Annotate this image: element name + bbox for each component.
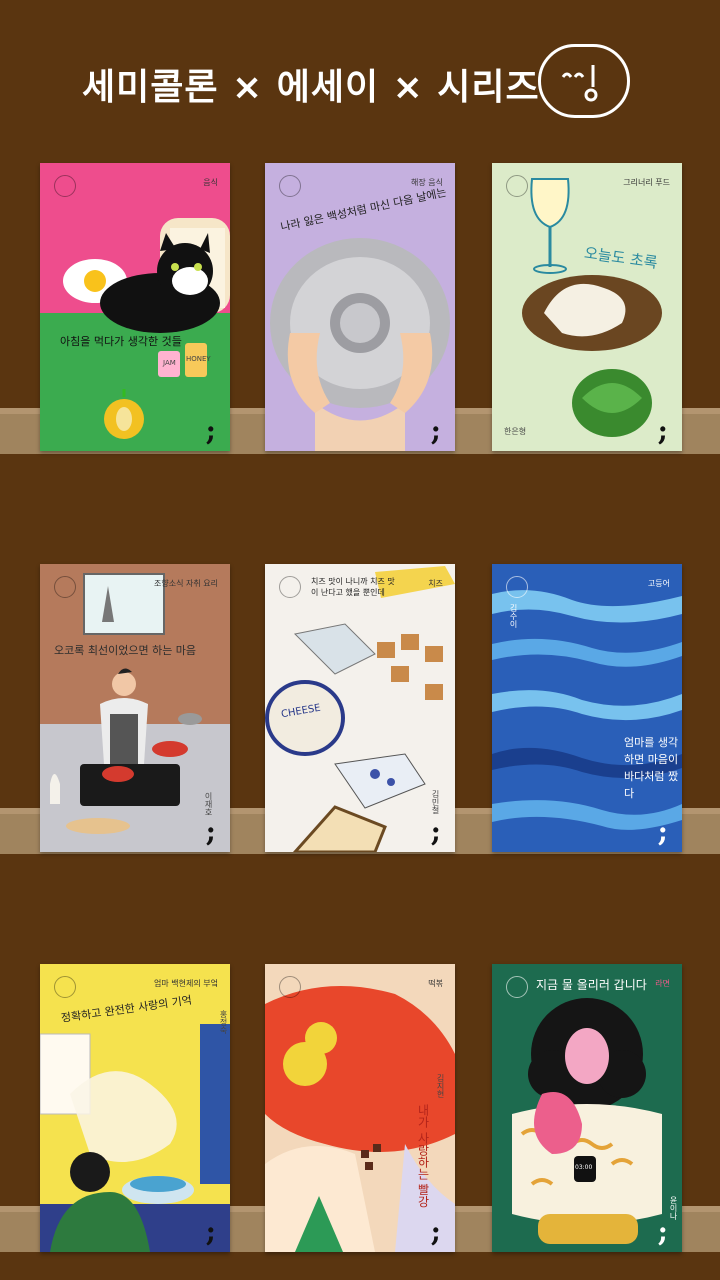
book-cover-9[interactable]: 라면 지금 물 올리러 갑니다 03:00 윤이나 ;: [492, 964, 682, 1252]
face-logo-icon: [538, 44, 630, 118]
book-category: 치즈: [428, 579, 443, 588]
book-title: 아침을 먹다가 생각한 것들: [60, 335, 182, 348]
book-title: 내가 사랑하는 빨강: [416, 1104, 430, 1208]
book-title: 엄마를 생각하면 마음이 바다처럼 짰다: [624, 736, 679, 800]
book-cover-7[interactable]: 엄마 백현제의 부엌 정확하고 완전한 사랑의 기억 홍정숙 ;: [40, 964, 230, 1252]
book-title: 지금 물 올리러 갑니다: [536, 978, 647, 992]
semicolon-mark-icon: ;: [205, 815, 216, 848]
book-author: 한은형: [504, 427, 527, 436]
book-author: 윤이나: [669, 1196, 678, 1220]
publisher-mark-icon: [279, 576, 301, 598]
book-cover-3[interactable]: 그리너리 푸드 오늘도 초록 한은형 ;: [492, 163, 682, 451]
book-author: 김민철: [431, 790, 440, 814]
book-cover-2[interactable]: 해장 음식 나라 잃은 백성처럼 마신 다음 날에는 ;: [265, 163, 455, 451]
jar-label: JAM: [163, 359, 176, 367]
book-cover-6[interactable]: 고등어 김수이 엄마를 생각하면 마음이 바다처럼 짰다 ;: [492, 564, 682, 852]
semicolon-mark-icon: ;: [430, 1215, 441, 1248]
publisher-mark-icon: [54, 576, 76, 598]
book-author: 이재호: [204, 792, 213, 816]
book-category: 조향소식 자취 요리: [154, 579, 218, 588]
book-category: 고등어: [647, 579, 670, 588]
book-cover-8[interactable]: 떡볶 내가 사랑하는 빨강 김지현 ;: [265, 964, 455, 1252]
publisher-mark-icon: [506, 976, 528, 998]
header: 세미콜론 × 에세이 × 시리즈: [0, 0, 720, 160]
book-author: 김수이: [509, 604, 518, 628]
publisher-mark-icon: [54, 175, 76, 197]
semicolon-mark-icon: ;: [430, 815, 441, 848]
publisher-mark-icon: [54, 976, 76, 998]
publisher-mark-icon: [506, 175, 528, 197]
book-category: 음식: [203, 178, 218, 187]
semicolon-mark-icon: ;: [205, 1215, 216, 1248]
book-cover-5[interactable]: 치즈 치즈 맛이 나니까 치즈 맛이 난다고 했을 뿐인데 CHEESE 김민철…: [265, 564, 455, 852]
book-author: 홍정숙: [219, 1010, 228, 1034]
semicolon-mark-icon: ;: [657, 414, 668, 447]
publisher-mark-icon: [279, 175, 301, 197]
book-category: 그리너리 푸드: [623, 178, 670, 187]
semicolon-mark-icon: ;: [430, 414, 441, 447]
book-title: 치즈 맛이 나니까 치즈 맛이 난다고 했을 뿐인데: [311, 577, 395, 597]
page-title: 세미콜론 × 에세이 × 시리즈: [82, 67, 540, 108]
book-title: 오코록 최선이었으면 하는 마음: [54, 644, 197, 657]
semicolon-mark-icon: ;: [657, 815, 668, 848]
book-category: 라면: [655, 979, 670, 988]
book-cover-1[interactable]: 음식 아침을 먹다가 생각한 것들 JAM HONEY ;: [40, 163, 230, 451]
semicolon-mark-icon: ;: [205, 414, 216, 447]
book-author: 김지현: [436, 1074, 445, 1098]
book-category: 엄마 백현제의 부엌: [154, 979, 218, 988]
watch-text: 03:00: [575, 1164, 593, 1171]
publisher-mark-icon: [279, 976, 301, 998]
semicolon-mark-icon: ;: [657, 1215, 668, 1248]
book-category: 떡볶: [428, 979, 443, 988]
jar-label: HONEY: [186, 355, 211, 363]
book-cover-4[interactable]: 조향소식 자취 요리 오코록 최선이었으면 하는 마음 이재호 ;: [40, 564, 230, 852]
publisher-mark-icon: [506, 576, 528, 598]
